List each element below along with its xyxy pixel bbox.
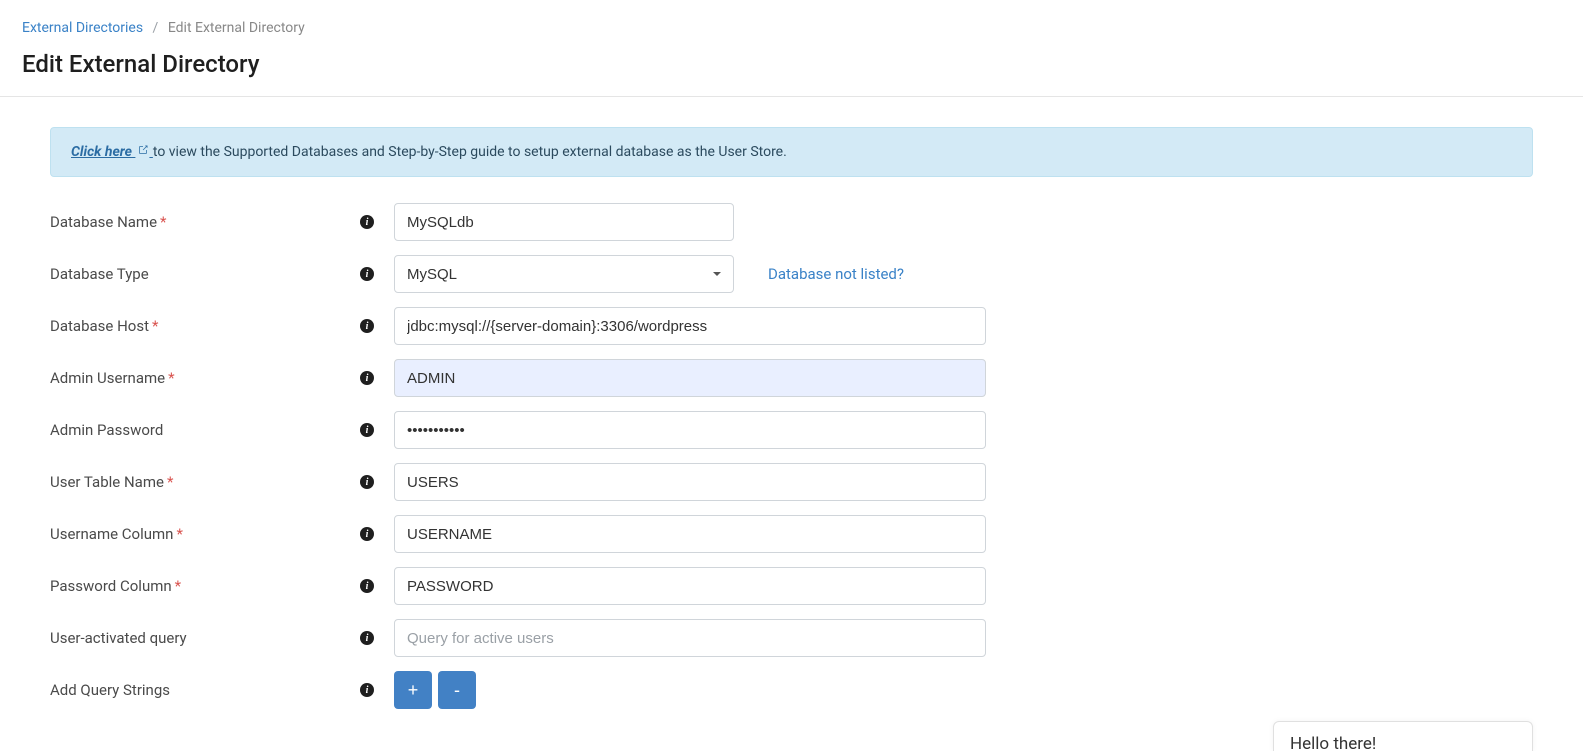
alert-text: to view the Supported Databases and Step… [153, 144, 787, 160]
pass-col-label: Password Column [50, 577, 172, 595]
db-host-label: Database Host [50, 317, 149, 335]
user-col-label: Username Column [50, 525, 173, 543]
required-marker: * [176, 525, 182, 543]
required-marker: * [160, 213, 166, 231]
user-table-input[interactable] [394, 463, 986, 501]
external-link-icon [137, 144, 149, 156]
active-q-label: User-activated query [50, 629, 187, 647]
db-type-select[interactable]: MySQL [394, 255, 734, 293]
info-icon[interactable]: i [360, 683, 374, 697]
info-icon[interactable]: i [360, 527, 374, 541]
add-query-plus-button[interactable]: + [394, 671, 432, 709]
header-divider [0, 96, 1583, 97]
db-name-label: Database Name [50, 213, 157, 231]
info-icon[interactable]: i [360, 579, 374, 593]
page-title: Edit External Directory [22, 50, 1561, 78]
db-name-input[interactable] [394, 203, 734, 241]
required-marker: * [168, 369, 174, 387]
info-icon[interactable]: i [360, 215, 374, 229]
admin-pass-label: Admin Password [50, 421, 163, 439]
supported-db-link[interactable]: Click here [71, 144, 153, 160]
active-q-input[interactable] [394, 619, 986, 657]
breadcrumb: External Directories / Edit External Dir… [0, 0, 1583, 44]
supported-db-link-text: Click here [71, 144, 132, 160]
required-marker: * [152, 317, 158, 335]
breadcrumb-current: Edit External Directory [168, 20, 305, 36]
admin-user-input[interactable] [394, 359, 986, 397]
info-icon[interactable]: i [360, 371, 374, 385]
info-icon[interactable]: i [360, 319, 374, 333]
info-icon[interactable]: i [360, 423, 374, 437]
add-qs-label: Add Query Strings [50, 681, 170, 699]
info-icon[interactable]: i [360, 267, 374, 281]
breadcrumb-separator: / [147, 20, 165, 36]
info-icon[interactable]: i [360, 475, 374, 489]
db-host-input[interactable] [394, 307, 986, 345]
add-query-minus-button[interactable]: - [438, 671, 476, 709]
user-col-input[interactable] [394, 515, 986, 553]
chat-greeting: Hello there! [1290, 734, 1376, 751]
pass-col-input[interactable] [394, 567, 986, 605]
breadcrumb-parent-link[interactable]: External Directories [22, 20, 143, 36]
db-type-label: Database Type [50, 265, 149, 283]
user-table-label: User Table Name [50, 473, 164, 491]
required-marker: * [175, 577, 181, 595]
admin-user-label: Admin Username [50, 369, 165, 387]
admin-pass-input[interactable] [394, 411, 986, 449]
info-icon[interactable]: i [360, 631, 374, 645]
chat-widget[interactable]: Hello there! [1273, 721, 1533, 751]
required-marker: * [167, 473, 173, 491]
db-not-listed-link[interactable]: Database not listed? [768, 265, 904, 283]
info-alert: Click here to view the Supported Databas… [50, 127, 1533, 177]
